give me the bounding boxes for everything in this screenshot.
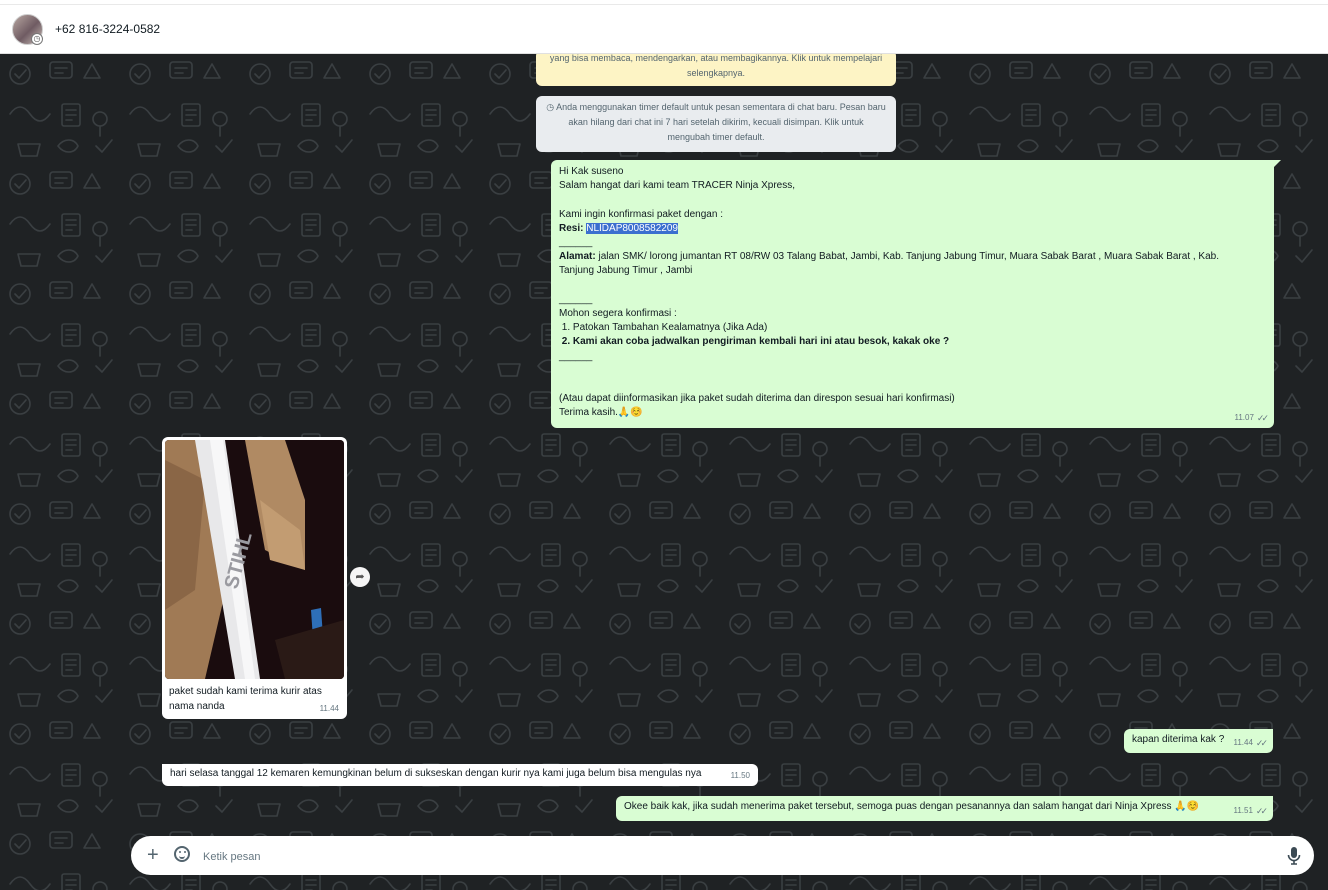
read-receipt-icon: ✓✓ bbox=[1255, 805, 1268, 816]
message-time: 11.44 bbox=[1233, 737, 1253, 747]
message-meta: 11.50 bbox=[731, 769, 750, 783]
window-divider bbox=[0, 4, 1328, 5]
alamat-line-2: Tanjung Jabung Timur , Jambi bbox=[559, 265, 693, 277]
microphone-icon[interactable] bbox=[1287, 846, 1301, 866]
outgoing-message-closing[interactable]: Okee baik kak, jika sudah menerima paket… bbox=[616, 796, 1273, 821]
message-text: hari selasa tanggal 12 kemaren kemungkin… bbox=[170, 768, 702, 779]
message-line: Kami ingin konfirmasi paket dengan : bbox=[559, 208, 723, 220]
message-divider: ______ bbox=[559, 237, 593, 248]
message-meta: 11.44 bbox=[320, 702, 339, 716]
chat-panel: yang bisa membaca, mendengarkan, atau me… bbox=[0, 54, 1328, 890]
forward-icon[interactable]: ➦ bbox=[350, 567, 370, 587]
timer-notice[interactable]: ◷ Anda menggunakan timer default untuk p… bbox=[536, 96, 896, 152]
outgoing-message-confirmation[interactable]: Hi Kak suseno Salam hangat dari kami tea… bbox=[551, 160, 1281, 428]
resi-number[interactable]: NLIDAP8008582209 bbox=[586, 222, 678, 234]
outgoing-message-question[interactable]: kapan diterima kak ? 11.44 ✓✓ bbox=[1124, 729, 1273, 753]
message-meta: 11.44 ✓✓ bbox=[1233, 736, 1268, 750]
timer-icon: ◷ bbox=[546, 102, 557, 112]
message-line: Terima kasih.🙏☺️ bbox=[559, 407, 643, 419]
photo-caption: paket sudah kami terima kurir atas nama … bbox=[169, 686, 322, 712]
list-item: 1. Patokan Tambahan Kealamatnya (Jika Ad… bbox=[559, 322, 768, 334]
message-meta: 11.07 ✓✓ bbox=[1234, 411, 1269, 425]
photo-thumbnail[interactable]: STIHL bbox=[165, 440, 344, 679]
bubble-tail bbox=[1273, 160, 1281, 168]
message-divider: ______ bbox=[559, 293, 593, 305]
package-photo: STIHL bbox=[165, 440, 344, 679]
message-time: 11.50 bbox=[730, 770, 750, 780]
message-time: 11.44 bbox=[319, 703, 339, 713]
contact-name[interactable]: +62 816-3224-0582 bbox=[55, 22, 160, 36]
incoming-photo-message[interactable]: STIHL paket sudah kami terima kurir atas… bbox=[162, 437, 347, 719]
message-text: kapan diterima kak ? bbox=[1132, 734, 1225, 745]
alamat-line: Alamat: jalan SMK/ lorong jumantan RT 08… bbox=[559, 250, 1266, 264]
message-line: Mohon segera konfirmasi : bbox=[559, 308, 677, 319]
alamat-label: Alamat: bbox=[559, 251, 596, 263]
list-item: 2. Kami akan coba jadwalkan pengiriman k… bbox=[559, 336, 950, 348]
timer-notice-text: Anda menggunakan timer default untuk pes… bbox=[556, 102, 886, 142]
emoji-icon[interactable] bbox=[174, 846, 190, 862]
message-divider: ______ bbox=[559, 350, 593, 362]
read-receipt-icon: ✓✓ bbox=[1255, 737, 1268, 748]
read-receipt-icon: ✓✓ bbox=[1256, 412, 1269, 423]
chat-header: ◷ +62 816-3224-0582 bbox=[0, 0, 1328, 54]
message-text: Okee baik kak, jika sudah menerima paket… bbox=[624, 801, 1200, 812]
alamat-value: jalan SMK/ lorong jumantan RT 08/RW 03 T… bbox=[595, 251, 1220, 263]
whatsapp-window: ◷ +62 816-3224-0582 yang bisa membaca, m… bbox=[0, 0, 1328, 890]
message-line: (Atau dapat diinformasikan jika paket su… bbox=[559, 393, 955, 405]
message-line: Hi Kak suseno bbox=[559, 166, 624, 177]
resi-label: Resi: bbox=[559, 222, 584, 234]
message-input[interactable] bbox=[201, 846, 1265, 868]
disappearing-timer-icon: ◷ bbox=[31, 33, 43, 45]
message-meta: 11.51 ✓✓ bbox=[1233, 804, 1268, 818]
resi-line: Resi: NLIDAP8008582209 bbox=[559, 222, 1266, 236]
message-line: Salam hangat dari kami team TRACER Ninja… bbox=[559, 180, 796, 192]
encryption-notice[interactable]: yang bisa membaca, mendengarkan, atau me… bbox=[536, 54, 896, 86]
message-time: 11.07 bbox=[1234, 412, 1254, 422]
message-time: 11.51 bbox=[1233, 805, 1253, 815]
incoming-message-reply[interactable]: hari selasa tanggal 12 kemaren kemungkin… bbox=[162, 764, 758, 786]
attach-plus-icon[interactable]: + bbox=[147, 844, 159, 866]
message-composer: + bbox=[131, 836, 1314, 875]
